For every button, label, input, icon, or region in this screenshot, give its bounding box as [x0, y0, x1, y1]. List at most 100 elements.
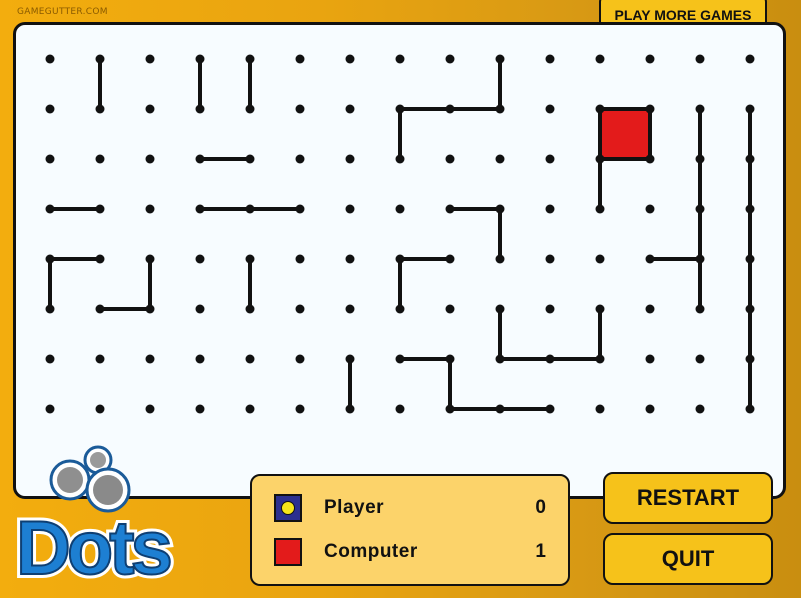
grid-dot[interactable]	[495, 404, 505, 414]
grid-dot[interactable]	[645, 104, 655, 114]
grid-dot[interactable]	[745, 54, 755, 64]
grid-dot[interactable]	[645, 204, 655, 214]
grid-dot[interactable]	[395, 404, 405, 414]
grid-dot[interactable]	[745, 254, 755, 264]
grid-dot[interactable]	[345, 104, 355, 114]
grid-dot[interactable]	[595, 104, 605, 114]
grid-dot[interactable]	[345, 304, 355, 314]
grid-dot[interactable]	[695, 254, 705, 264]
grid-dot[interactable]	[45, 354, 55, 364]
grid-dot[interactable]	[545, 254, 555, 264]
grid-dot[interactable]	[245, 204, 255, 214]
grid-dot[interactable]	[245, 104, 255, 114]
grid-dot[interactable]	[445, 154, 455, 164]
grid-dot[interactable]	[45, 104, 55, 114]
grid-dot[interactable]	[545, 104, 555, 114]
grid-dot[interactable]	[295, 154, 305, 164]
grid-dot[interactable]	[295, 304, 305, 314]
grid-dot[interactable]	[495, 304, 505, 314]
grid-dot[interactable]	[45, 154, 55, 164]
grid-dot[interactable]	[695, 104, 705, 114]
grid-dot[interactable]	[695, 204, 705, 214]
grid-dot[interactable]	[95, 154, 105, 164]
dots-grid[interactable]	[13, 22, 786, 499]
grid-dot[interactable]	[445, 304, 455, 314]
grid-dot[interactable]	[545, 304, 555, 314]
grid-dot[interactable]	[295, 54, 305, 64]
grid-dot[interactable]	[195, 104, 205, 114]
grid-dot[interactable]	[195, 404, 205, 414]
grid-dot[interactable]	[545, 204, 555, 214]
grid-dot[interactable]	[95, 354, 105, 364]
grid-dot[interactable]	[645, 304, 655, 314]
grid-dot[interactable]	[445, 404, 455, 414]
grid-dot[interactable]	[45, 254, 55, 264]
quit-button[interactable]: QUIT	[603, 533, 773, 585]
grid-dot[interactable]	[245, 304, 255, 314]
grid-dot[interactable]	[695, 54, 705, 64]
grid-dot[interactable]	[445, 204, 455, 214]
grid-dot[interactable]	[95, 204, 105, 214]
grid-dot[interactable]	[95, 104, 105, 114]
grid-dot[interactable]	[195, 254, 205, 264]
grid-dot[interactable]	[745, 154, 755, 164]
grid-dot[interactable]	[145, 54, 155, 64]
grid-dot[interactable]	[95, 54, 105, 64]
grid-dot[interactable]	[345, 354, 355, 364]
grid-dot[interactable]	[695, 304, 705, 314]
grid-dot[interactable]	[495, 354, 505, 364]
grid-dot[interactable]	[395, 304, 405, 314]
grid-dot[interactable]	[545, 354, 555, 364]
grid-dot[interactable]	[495, 104, 505, 114]
grid-dot[interactable]	[245, 154, 255, 164]
grid-dot[interactable]	[45, 54, 55, 64]
grid-dot[interactable]	[195, 304, 205, 314]
grid-dot[interactable]	[595, 54, 605, 64]
grid-dot[interactable]	[45, 404, 55, 414]
grid-dot[interactable]	[395, 154, 405, 164]
grid-dot[interactable]	[395, 204, 405, 214]
grid-dot[interactable]	[445, 54, 455, 64]
grid-dot[interactable]	[295, 404, 305, 414]
grid-dot[interactable]	[595, 254, 605, 264]
grid-dot[interactable]	[545, 154, 555, 164]
grid-dot[interactable]	[645, 154, 655, 164]
grid-dot[interactable]	[195, 54, 205, 64]
grid-dot[interactable]	[95, 254, 105, 264]
grid-dot[interactable]	[195, 154, 205, 164]
grid-dot[interactable]	[595, 204, 605, 214]
grid-dot[interactable]	[145, 104, 155, 114]
grid-dot[interactable]	[695, 404, 705, 414]
grid-dot[interactable]	[145, 154, 155, 164]
grid-dot[interactable]	[395, 354, 405, 364]
grid-dot[interactable]	[395, 54, 405, 64]
grid-dot[interactable]	[145, 304, 155, 314]
grid-dot[interactable]	[645, 54, 655, 64]
grid-dot[interactable]	[345, 404, 355, 414]
grid-dot[interactable]	[95, 304, 105, 314]
grid-dot[interactable]	[645, 404, 655, 414]
grid-dot[interactable]	[595, 354, 605, 364]
grid-dot[interactable]	[295, 354, 305, 364]
grid-dot[interactable]	[295, 104, 305, 114]
grid-dot[interactable]	[295, 204, 305, 214]
grid-dot[interactable]	[345, 204, 355, 214]
grid-dot[interactable]	[295, 254, 305, 264]
restart-button[interactable]: RESTART	[603, 472, 773, 524]
grid-dot[interactable]	[695, 354, 705, 364]
grid-dot[interactable]	[45, 204, 55, 214]
grid-dot[interactable]	[645, 354, 655, 364]
grid-dot[interactable]	[195, 354, 205, 364]
grid-dot[interactable]	[745, 204, 755, 214]
grid-dot[interactable]	[595, 304, 605, 314]
grid-dot[interactable]	[645, 254, 655, 264]
grid-dot[interactable]	[145, 204, 155, 214]
grid-dot[interactable]	[595, 154, 605, 164]
grid-dot[interactable]	[495, 204, 505, 214]
grid-dot[interactable]	[745, 354, 755, 364]
grid-dot[interactable]	[545, 54, 555, 64]
grid-dot[interactable]	[95, 404, 105, 414]
grid-dot[interactable]	[495, 54, 505, 64]
grid-dot[interactable]	[145, 254, 155, 264]
grid-dot[interactable]	[145, 354, 155, 364]
